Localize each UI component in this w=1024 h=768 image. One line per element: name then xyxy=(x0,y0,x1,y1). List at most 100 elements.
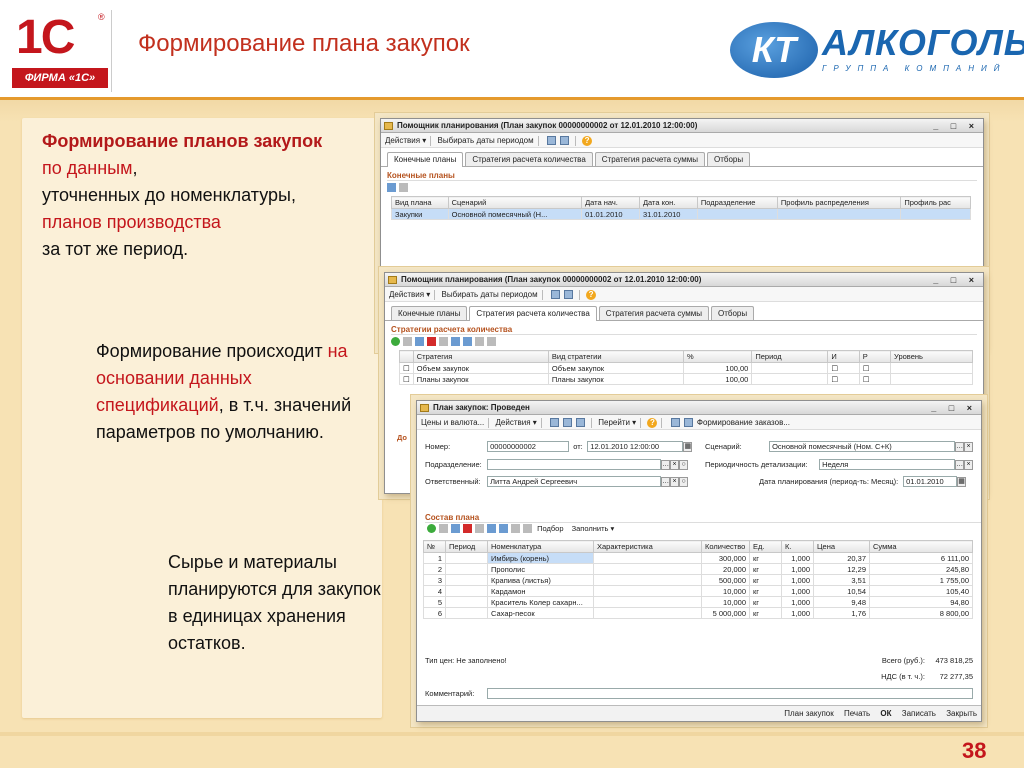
window-controls[interactable]: _ □ × xyxy=(931,401,977,415)
open-icon[interactable]: ○ xyxy=(679,459,689,470)
clear-icon[interactable]: × xyxy=(670,459,680,470)
print-icon[interactable] xyxy=(576,418,586,428)
clear-icon[interactable]: × xyxy=(964,459,974,470)
selection-button[interactable]: Подбор xyxy=(537,524,563,533)
scenario-row: Сценарий: Основной помесячный (Ном. С+К)… xyxy=(705,441,974,452)
periodicity-field[interactable]: Неделя xyxy=(819,459,956,470)
add-icon[interactable] xyxy=(427,523,436,533)
select-dates-button[interactable]: Выбирать даты периодом xyxy=(442,290,538,299)
go-to-menu[interactable]: Перейти ▾ xyxy=(598,418,636,427)
save-icon[interactable] xyxy=(550,418,560,428)
table-row[interactable]: 6 Сахар-песок 5 000,000 кг 1,000 1,76 8 800,00 xyxy=(423,607,973,619)
window-controls[interactable]: _ □ × xyxy=(933,119,979,133)
table-row[interactable]: Закупки Основной помесячный (Н... 01.01.20… xyxy=(391,208,971,220)
select-icon[interactable]: … xyxy=(661,459,671,470)
delete-icon[interactable] xyxy=(463,523,472,533)
actions-menu[interactable]: Действия ▾ xyxy=(495,418,536,427)
table-icon[interactable] xyxy=(559,136,569,146)
table-row[interactable]: 3 Крапива (листья) 500,000 кг 1,000 3,51 1 755… xyxy=(423,574,973,586)
cell: 10,000 xyxy=(701,585,750,597)
clear-icon[interactable]: × xyxy=(964,441,974,452)
sort-asc-icon[interactable] xyxy=(475,337,484,347)
delete-icon[interactable] xyxy=(427,337,436,347)
row-checkbox[interactable]: ☐ xyxy=(399,373,414,385)
number-field[interactable]: 00000000002 xyxy=(487,441,570,452)
help-icon[interactable]: ? xyxy=(586,289,597,300)
copy-icon[interactable] xyxy=(439,523,448,533)
tab-filters[interactable]: Отборы xyxy=(706,152,751,166)
move-down-icon[interactable] xyxy=(499,523,508,533)
table-row[interactable]: 2 Прополис 20,000 кг 1,000 12,29 245,80 xyxy=(423,563,973,575)
select-icon[interactable]: … xyxy=(955,459,965,470)
save-button[interactable]: Записать xyxy=(902,709,936,718)
tab-final-plans[interactable]: Конечные планы xyxy=(391,306,468,320)
plan-date-field[interactable]: 01.01.2010 xyxy=(903,476,958,487)
sort-desc-icon[interactable] xyxy=(487,337,496,347)
tab-sum-strategy[interactable]: Стратегия расчета суммы xyxy=(598,306,709,320)
add-icon[interactable] xyxy=(391,337,400,347)
select-icon[interactable]: … xyxy=(955,441,965,452)
table-row[interactable]: ☐ Объем закупок Объем закупок 100,00 ☐ ☐ xyxy=(399,362,973,374)
purchase-plan-window[interactable]: План закупок: Проведен _ □ × Цены и валют… xyxy=(416,400,982,722)
cell[interactable]: ☐ xyxy=(858,373,892,385)
select-icon[interactable]: … xyxy=(661,476,671,487)
purchase-plan-button[interactable]: План закупок xyxy=(784,709,834,718)
actions-menu[interactable]: Действия ▾ xyxy=(389,290,430,299)
form-orders-button[interactable]: Формирование заказов... xyxy=(697,418,790,427)
row-checkbox[interactable]: ☐ xyxy=(399,362,414,374)
table-icon[interactable] xyxy=(563,290,573,300)
tab-quantity-strategy[interactable]: Стратегия расчета количества xyxy=(465,152,593,166)
copy-icon[interactable] xyxy=(403,337,412,347)
open-icon[interactable]: ○ xyxy=(679,476,689,487)
mark-icon[interactable] xyxy=(475,523,484,533)
calendar-icon[interactable]: ▦ xyxy=(683,441,693,452)
table-row[interactable]: 1 Имбирь (корень) 300,000 кг 1,000 20,37 6 111… xyxy=(423,552,973,564)
tab-quantity-strategy[interactable]: Стратегия расчета количества xyxy=(469,306,597,321)
date-field[interactable]: 12.01.2010 12:00:00 xyxy=(587,441,684,452)
table-row[interactable]: 5 Краситель Колер сахарн... 10,000 кг 1,000 9… xyxy=(423,596,973,608)
edit-icon[interactable] xyxy=(415,337,424,347)
cell[interactable]: ☐ xyxy=(827,373,860,385)
clear-icon[interactable]: × xyxy=(670,476,680,487)
mark-icon[interactable] xyxy=(439,337,448,347)
post-icon[interactable] xyxy=(563,418,573,428)
ok-button[interactable]: ОК xyxy=(880,709,891,718)
actions-menu[interactable]: Действия ▾ xyxy=(385,136,426,145)
tab-final-plans[interactable]: Конечные планы xyxy=(387,152,464,167)
sort-desc-icon[interactable] xyxy=(523,523,532,533)
fill-menu[interactable]: Заполнить ▾ xyxy=(572,524,615,533)
window-2-titlebar[interactable]: Помощник планирования (План закупок 0000… xyxy=(385,273,983,287)
edit-icon[interactable] xyxy=(451,523,460,533)
print-button[interactable]: Печать xyxy=(844,709,870,718)
comment-field[interactable] xyxy=(487,688,974,699)
tree-icon[interactable] xyxy=(683,418,693,428)
comment-label: Комментарий: xyxy=(425,689,475,698)
close-button[interactable]: Закрыть xyxy=(946,709,977,718)
scenario-field[interactable]: Основной помесячный (Ном. С+К) xyxy=(769,441,956,452)
prices-currency-button[interactable]: Цены и валюта... xyxy=(421,418,484,427)
calendar-icon[interactable]: ▦ xyxy=(957,476,967,487)
move-up-icon[interactable] xyxy=(451,337,460,347)
edit-icon[interactable] xyxy=(387,183,396,193)
select-dates-button[interactable]: Выбирать даты периодом xyxy=(438,136,534,145)
help-icon[interactable]: ? xyxy=(582,135,593,146)
refresh-icon[interactable] xyxy=(546,136,556,146)
copy-icon[interactable] xyxy=(399,183,408,193)
tab-filters[interactable]: Отборы xyxy=(710,306,755,320)
window-3-titlebar[interactable]: План закупок: Проведен _ □ × xyxy=(417,401,981,415)
window-1-titlebar[interactable]: Помощник планирования (План закупок 0000… xyxy=(381,119,983,133)
move-up-icon[interactable] xyxy=(487,523,496,533)
sort-asc-icon[interactable] xyxy=(511,523,520,533)
cell[interactable]: ☐ xyxy=(827,362,860,374)
cell[interactable]: ☐ xyxy=(858,362,892,374)
table-row[interactable]: ☐ Планы закупок Планы закупок 100,00 ☐ ☐ xyxy=(399,373,973,385)
tab-sum-strategy[interactable]: Стратегия расчета суммы xyxy=(594,152,705,166)
table-row[interactable]: 4 Кардамон 10,000 кг 1,000 10,54 105,40 xyxy=(423,585,973,597)
structure-icon[interactable] xyxy=(670,418,680,428)
responsible-field[interactable]: Литта Андрей Сергеевич xyxy=(487,476,662,487)
division-field[interactable] xyxy=(487,459,662,470)
move-down-icon[interactable] xyxy=(463,337,472,347)
refresh-icon[interactable] xyxy=(550,290,560,300)
window-controls[interactable]: _ □ × xyxy=(933,273,979,287)
help-icon[interactable]: ? xyxy=(647,417,658,428)
